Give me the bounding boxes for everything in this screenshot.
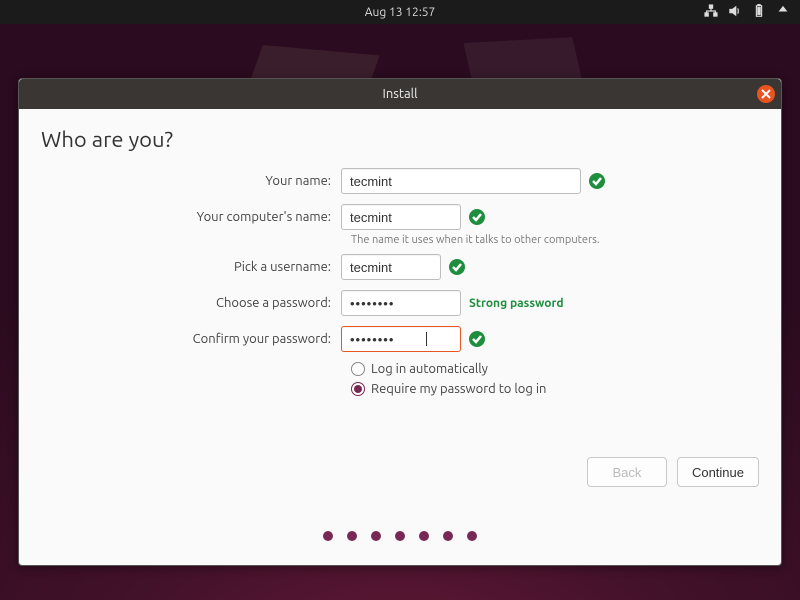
username-input[interactable] <box>341 254 441 280</box>
battery-icon[interactable] <box>752 4 766 21</box>
username-label: Pick a username: <box>41 260 341 274</box>
user-form: Your name: Your computer's name: The nam… <box>19 160 781 396</box>
check-icon <box>469 209 485 225</box>
back-button[interactable]: Back <box>587 457 667 487</box>
login-auto-label: Log in automatically <box>371 362 488 376</box>
window-close-button[interactable] <box>757 85 775 103</box>
computer-name-input[interactable] <box>341 204 461 230</box>
page-heading: Who are you? <box>19 109 781 160</box>
window-titlebar: Install <box>19 79 781 109</box>
login-require-radio[interactable]: Require my password to log in <box>351 382 759 396</box>
check-icon <box>449 259 465 275</box>
password-strength: Strong password <box>469 297 564 310</box>
continue-button[interactable]: Continue <box>677 457 759 487</box>
progress-dots <box>19 531 781 541</box>
your-name-label: Your name: <box>41 174 341 188</box>
top-panel: Aug 13 12:57 <box>0 0 800 24</box>
power-icon[interactable] <box>776 4 790 21</box>
password-input[interactable] <box>341 290 461 316</box>
check-icon <box>469 331 485 347</box>
login-auto-radio[interactable]: Log in automatically <box>351 362 759 376</box>
confirm-password-label: Confirm your password: <box>41 332 341 346</box>
radio-icon <box>351 382 365 396</box>
check-icon <box>589 173 605 189</box>
computer-name-label: Your computer's name: <box>41 210 341 224</box>
your-name-input[interactable] <box>341 168 581 194</box>
radio-icon <box>351 362 365 376</box>
network-icon[interactable] <box>704 4 718 21</box>
install-window: Install Who are you? Your name: Your com… <box>18 78 782 566</box>
confirm-password-input[interactable] <box>341 326 461 352</box>
window-title: Install <box>383 87 418 101</box>
clock[interactable]: Aug 13 12:57 <box>365 6 436 19</box>
volume-icon[interactable] <box>728 4 742 21</box>
login-require-label: Require my password to log in <box>371 382 546 396</box>
password-label: Choose a password: <box>41 296 341 310</box>
computer-name-hint: The name it uses when it talks to other … <box>351 234 759 246</box>
